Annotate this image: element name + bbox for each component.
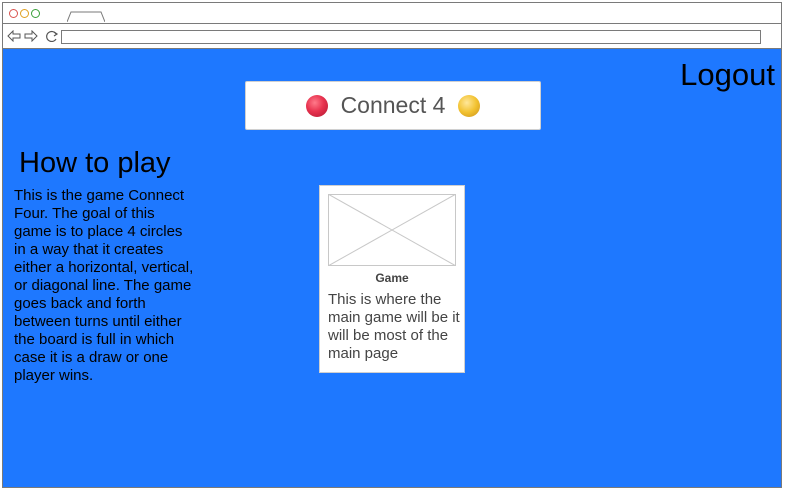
- browser-addressbar: [3, 24, 781, 49]
- close-window-icon[interactable]: [9, 9, 18, 18]
- page-content: Logout Connect 4 How to play This is the…: [3, 49, 781, 487]
- how-to-play-text: This is the game Connect Four. The goal …: [14, 187, 194, 384]
- maximize-window-icon[interactable]: [31, 9, 40, 18]
- minimize-window-icon[interactable]: [20, 9, 29, 18]
- title-banner: Connect 4: [245, 81, 541, 130]
- logout-link[interactable]: Logout: [680, 57, 775, 93]
- image-placeholder-icon: [328, 194, 456, 266]
- page-title: Connect 4: [340, 92, 446, 118]
- yellow-piece-icon: [458, 94, 481, 117]
- back-arrow-icon[interactable]: [7, 30, 21, 42]
- reload-icon[interactable]: [45, 30, 59, 42]
- browser-window: Logout Connect 4 How to play This is the…: [2, 2, 782, 488]
- how-to-play-heading: How to play: [19, 147, 171, 179]
- game-card-label: Game: [375, 271, 409, 285]
- forward-arrow-icon[interactable]: [24, 30, 38, 42]
- game-card-text: This is where the main game will be it w…: [328, 291, 460, 362]
- browser-titlebar: [3, 3, 781, 24]
- game-card: Game This is where the main game will be…: [319, 185, 465, 373]
- red-piece-icon: [305, 94, 328, 117]
- browser-tab[interactable]: [67, 11, 105, 22]
- url-input[interactable]: [61, 30, 761, 44]
